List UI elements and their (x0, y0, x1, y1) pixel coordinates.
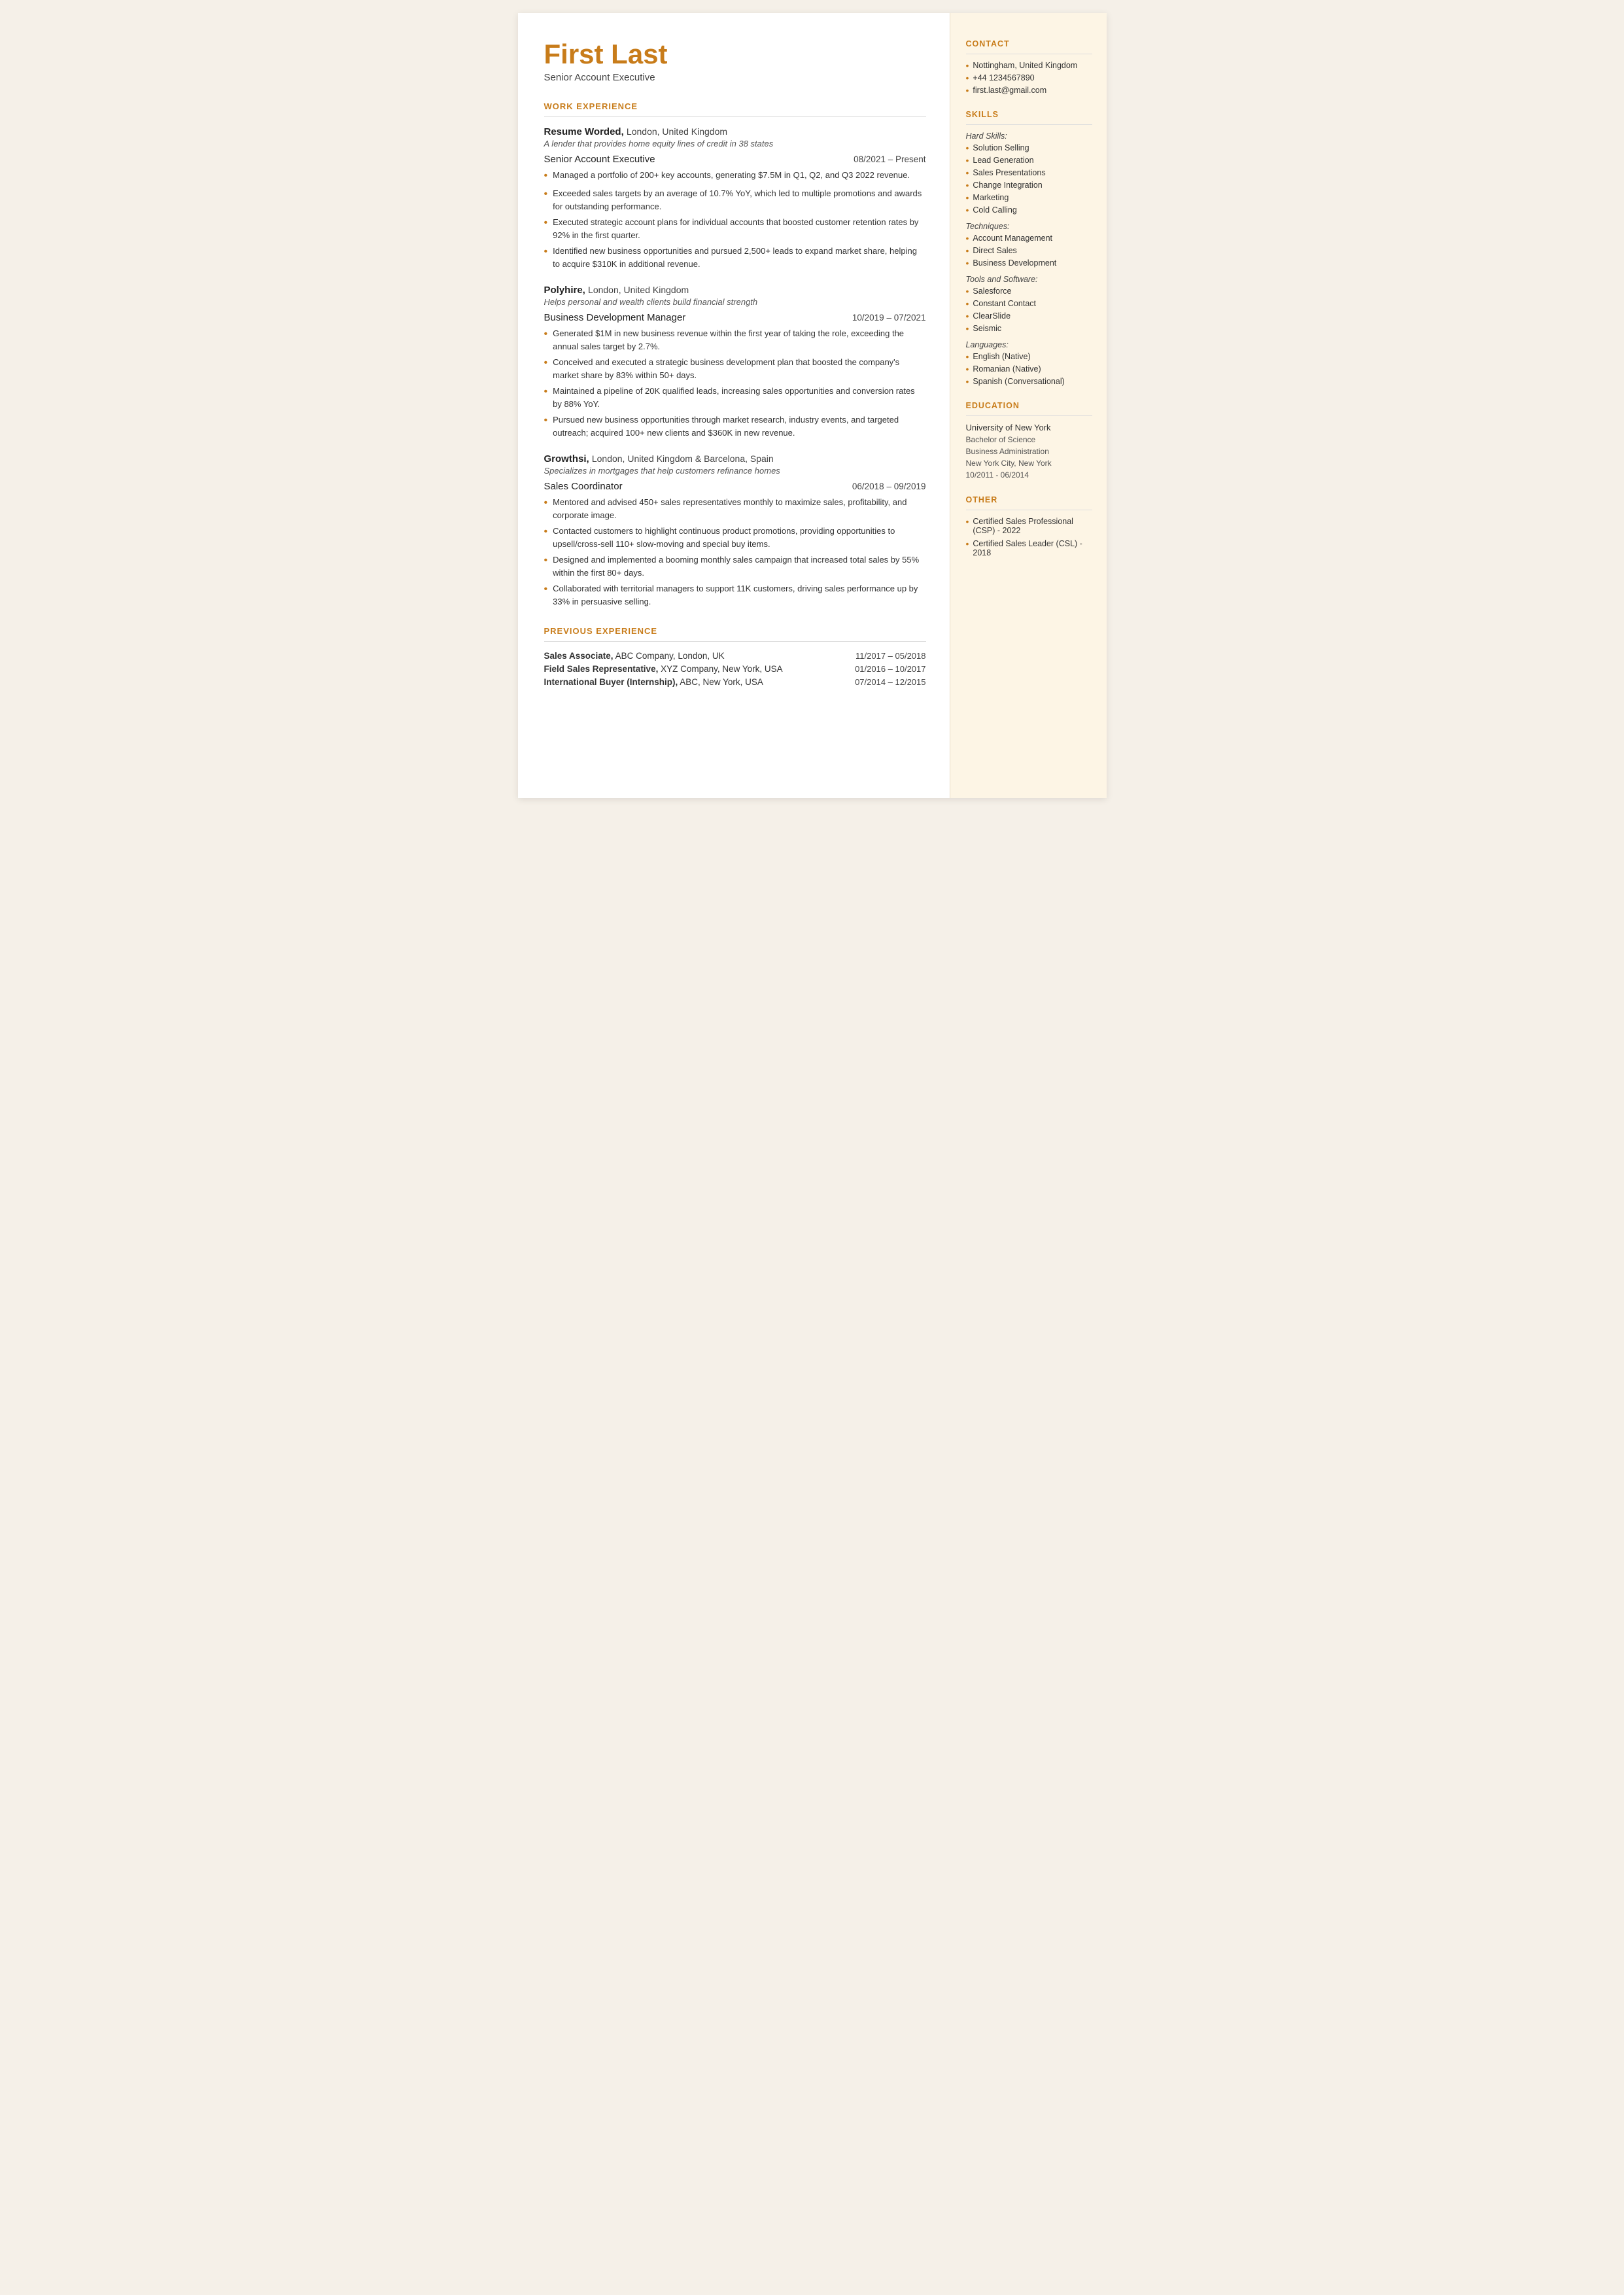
role-3-dates: 06/2018 – 09/2019 (852, 482, 926, 491)
bullet-1-1: Managed a portfolio of 200+ key accounts… (544, 169, 926, 184)
contact-header: CONTACT (966, 39, 1092, 48)
bullet-1-4: Identified new business opportunities an… (544, 245, 926, 270)
prev-exp-1-dates: 11/2017 – 05/2018 (855, 651, 925, 661)
bullet-3-1: Mentored and advised 450+ sales represen… (544, 496, 926, 521)
tool-constant-contact: Constant Contact (966, 299, 1092, 309)
tool-seismic: Seismic (966, 324, 1092, 334)
skills-header: SKILLS (966, 110, 1092, 119)
prev-experience-header: PREVIOUS EXPERIENCE (544, 626, 926, 636)
bullet-2-2: Conceived and executed a strategic busin… (544, 356, 926, 381)
bullet-3-2: Contacted customers to highlight continu… (544, 525, 926, 550)
job-3: Growthsi, London, United Kingdom & Barce… (544, 453, 926, 608)
job-2: Polyhire, London, United Kingdom Helps p… (544, 285, 926, 439)
prev-exp-1-text: Sales Associate, ABC Company, London, UK (544, 651, 725, 661)
role-1-title: Senior Account Executive (544, 154, 655, 165)
prev-experience-divider (544, 641, 926, 642)
company-1-tagline: A lender that provides home equity lines… (544, 139, 926, 149)
education-divider (966, 415, 1092, 416)
skill-change-integration: Change Integration (966, 181, 1092, 190)
tool-salesforce: Salesforce (966, 287, 1092, 296)
prev-exp-2-dates: 01/2016 – 10/2017 (855, 664, 925, 674)
techniques-label: Techniques: (966, 222, 1092, 231)
lang-english: English (Native) (966, 352, 1092, 362)
bullet-3-4: Collaborated with territorial managers t… (544, 582, 926, 608)
name-section: First Last Senior Account Executive (544, 39, 926, 83)
lang-spanish: Spanish (Conversational) (966, 377, 1092, 387)
role-1-dates: 08/2021 – Present (854, 154, 925, 164)
other-header: OTHER (966, 495, 1092, 504)
skills-divider (966, 124, 1092, 125)
prev-exp-1: Sales Associate, ABC Company, London, UK… (544, 651, 926, 661)
full-name: First Last (544, 39, 926, 69)
contact-phone: +44 1234567890 (966, 73, 1092, 83)
role-2-title: Business Development Manager (544, 312, 686, 323)
job-2-bullets: Generated $1M in new business revenue wi… (544, 327, 926, 439)
bullet-1-3: Executed strategic account plans for ind… (544, 216, 926, 241)
work-experience-divider (544, 116, 926, 117)
bullet-3-3: Designed and implemented a booming month… (544, 553, 926, 579)
edu-degree: Bachelor of Science (966, 434, 1092, 446)
company-2-name: Polyhire, London, United Kingdom (544, 285, 926, 296)
bullet-2-3: Maintained a pipeline of 20K qualified l… (544, 385, 926, 410)
other-csl: Certified Sales Leader (CSL) - 2018 (966, 539, 1092, 557)
company-3-tagline: Specializes in mortgages that help custo… (544, 466, 926, 476)
skill-sales-presentations: Sales Presentations (966, 168, 1092, 178)
job-1-bullets: Managed a portfolio of 200+ key accounts… (544, 169, 926, 270)
technique-account-mgmt: Account Management (966, 234, 1092, 243)
prev-exp-3-dates: 07/2014 – 12/2015 (855, 677, 925, 687)
skill-cold-calling: Cold Calling (966, 205, 1092, 215)
sidebar: CONTACT Nottingham, United Kingdom +44 1… (950, 13, 1107, 798)
prev-exp-2: Field Sales Representative, XYZ Company,… (544, 664, 926, 674)
technique-direct-sales: Direct Sales (966, 246, 1092, 256)
education-block: University of New York Bachelor of Scien… (966, 423, 1092, 481)
technique-biz-dev: Business Development (966, 258, 1092, 268)
tools-label: Tools and Software: (966, 275, 1092, 284)
languages-label: Languages: (966, 340, 1092, 349)
prev-exp-2-text: Field Sales Representative, XYZ Company,… (544, 664, 783, 674)
role-2-dates: 10/2019 – 07/2021 (852, 313, 926, 323)
prev-exp-3: International Buyer (Internship), ABC, N… (544, 677, 926, 687)
hard-skills-label: Hard Skills: (966, 131, 1092, 141)
role-3-row: Sales Coordinator 06/2018 – 09/2019 (544, 481, 926, 492)
main-column: First Last Senior Account Executive WORK… (518, 13, 950, 798)
bullet-1-2: Exceeded sales targets by an average of … (544, 187, 926, 213)
job-title: Senior Account Executive (544, 72, 926, 83)
edu-dates: 10/2011 - 06/2014 (966, 469, 1092, 481)
role-1-row: Senior Account Executive 08/2021 – Prese… (544, 154, 926, 165)
job-3-bullets: Mentored and advised 450+ sales represen… (544, 496, 926, 608)
job-1: Resume Worded, London, United Kingdom A … (544, 126, 926, 270)
edu-location: New York City, New York (966, 457, 1092, 469)
skill-marketing: Marketing (966, 193, 1092, 203)
tool-clearslide: ClearSlide (966, 311, 1092, 321)
resume-container: First Last Senior Account Executive WORK… (518, 13, 1107, 798)
company-1-name: Resume Worded, London, United Kingdom (544, 126, 926, 137)
skill-solution-selling: Solution Selling (966, 143, 1092, 153)
company-3-name: Growthsi, London, United Kingdom & Barce… (544, 453, 926, 464)
bullet-2-4: Pursued new business opportunities throu… (544, 413, 926, 439)
education-header: EDUCATION (966, 401, 1092, 410)
company-2-tagline: Helps personal and wealth clients build … (544, 297, 926, 307)
prev-exp-3-text: International Buyer (Internship), ABC, N… (544, 677, 763, 687)
bullet-2-1: Generated $1M in new business revenue wi… (544, 327, 926, 353)
edu-institution: University of New York (966, 423, 1092, 432)
role-3-title: Sales Coordinator (544, 481, 623, 492)
contact-email: first.last@gmail.com (966, 86, 1092, 96)
skill-lead-generation: Lead Generation (966, 156, 1092, 166)
other-csp: Certified Sales Professional (CSP) - 202… (966, 517, 1092, 535)
contact-address: Nottingham, United Kingdom (966, 61, 1092, 71)
role-2-row: Business Development Manager 10/2019 – 0… (544, 312, 926, 323)
lang-romanian: Romanian (Native) (966, 364, 1092, 374)
work-experience-header: WORK EXPERIENCE (544, 101, 926, 111)
edu-field: Business Administration (966, 446, 1092, 457)
